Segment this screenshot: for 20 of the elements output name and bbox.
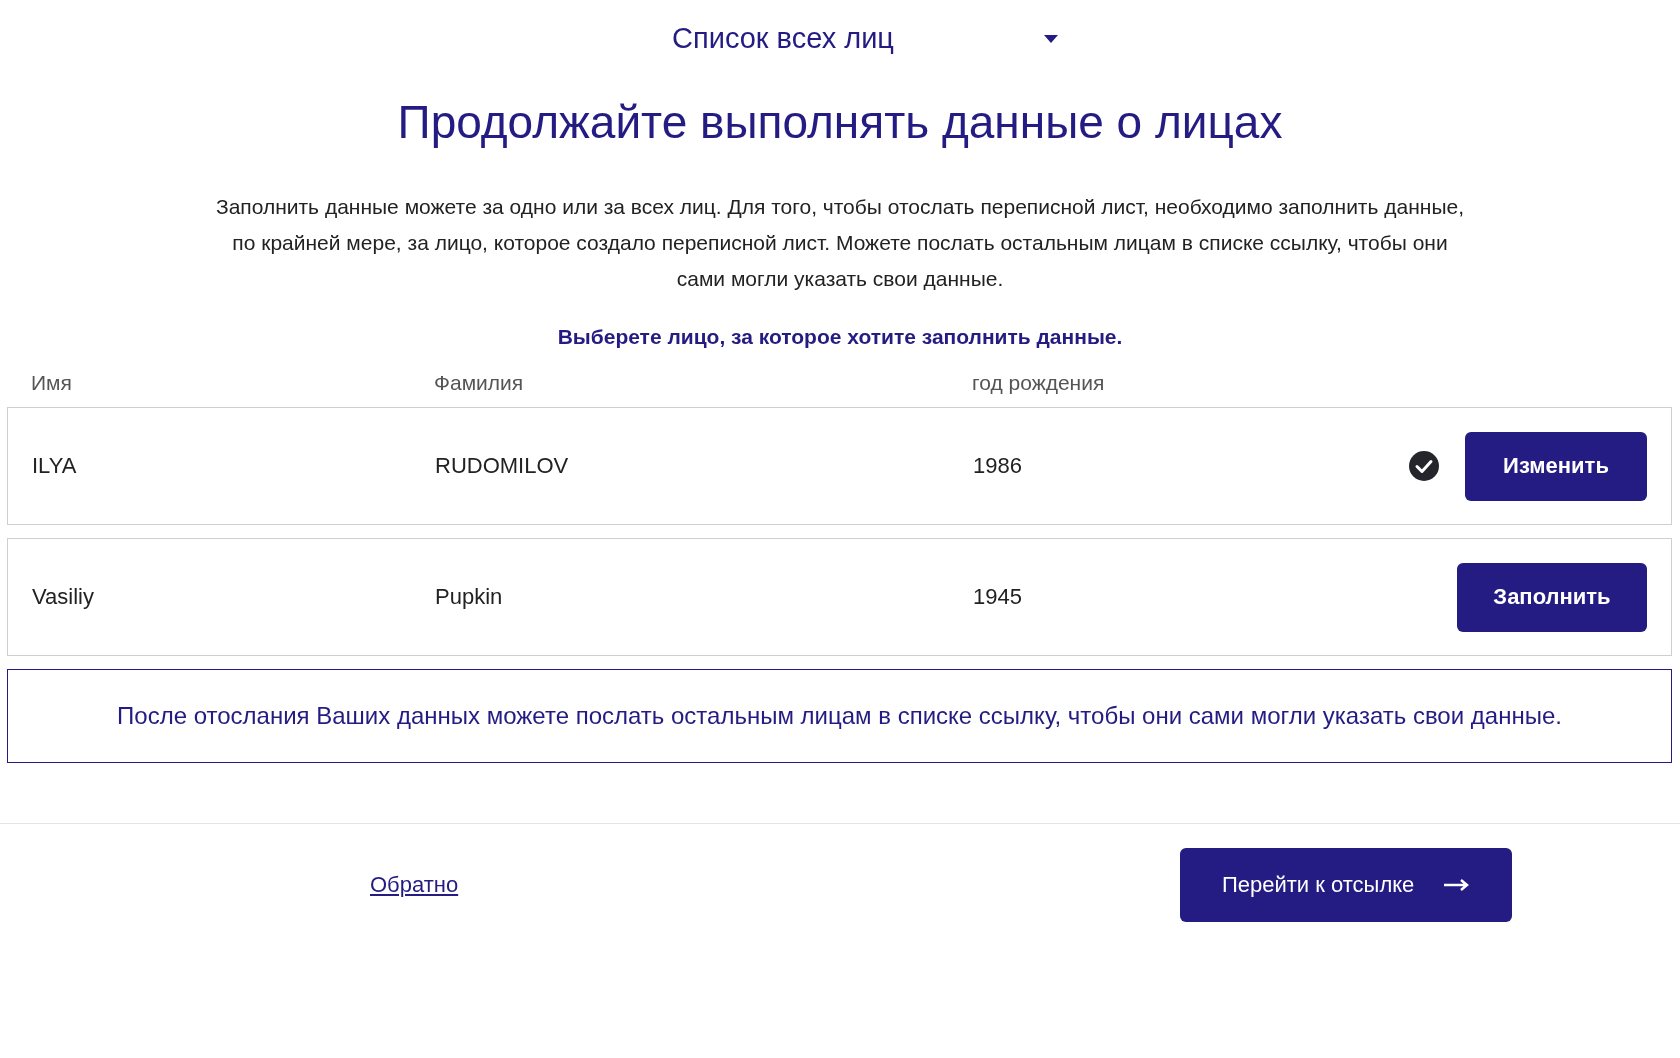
table-cell-text: ILYA <box>32 453 78 479</box>
table-cell-text: 1986 <box>973 453 1023 479</box>
table-cell-text: RUDOMILOV <box>435 453 570 479</box>
table-cell-text: Vasiliy <box>32 584 95 610</box>
back-link[interactable]: Обратно <box>370 872 459 898</box>
notice-box: После отослания Ваших данных можете послать остальным лицам в списке ссылку, чтобы они сами могли указать свои данные. <box>7 669 1672 763</box>
column-header: Фамилия <box>434 371 525 395</box>
row-action-button[interactable]: Заполнить <box>1457 562 1647 632</box>
next-button[interactable]: Перейти к отсылке <box>1180 848 1513 922</box>
column-header: Имя <box>31 371 73 395</box>
table-cell-text: 1945 <box>973 584 1023 610</box>
intro-paragraph: Заполнить данные можете за одно или за всех лиц. Для того, чтобы отослать переписной лист, необходимо заполнить данные, по крайней мере, за лицо, которое создало переписной лист. Можете послать остальным лицам в списке ссылку, чтобы они сами могли указать свои данные. <box>214 194 1465 292</box>
column-header: год рождения <box>972 371 1106 395</box>
select-person-prompt: Выберете лицо, за которое хотите заполнить данные. <box>556 325 1124 349</box>
page-heading: Продолжайте выполнять данные о лицах <box>396 95 1284 149</box>
caret-icon <box>1043 34 1058 43</box>
table-cell-text: Pupkin <box>435 584 504 610</box>
arrow-right-icon <box>1444 879 1471 891</box>
row-action-button[interactable]: Изменить <box>1465 431 1647 501</box>
person-list-dropdown[interactable]: Список всех лиц <box>622 22 1058 55</box>
